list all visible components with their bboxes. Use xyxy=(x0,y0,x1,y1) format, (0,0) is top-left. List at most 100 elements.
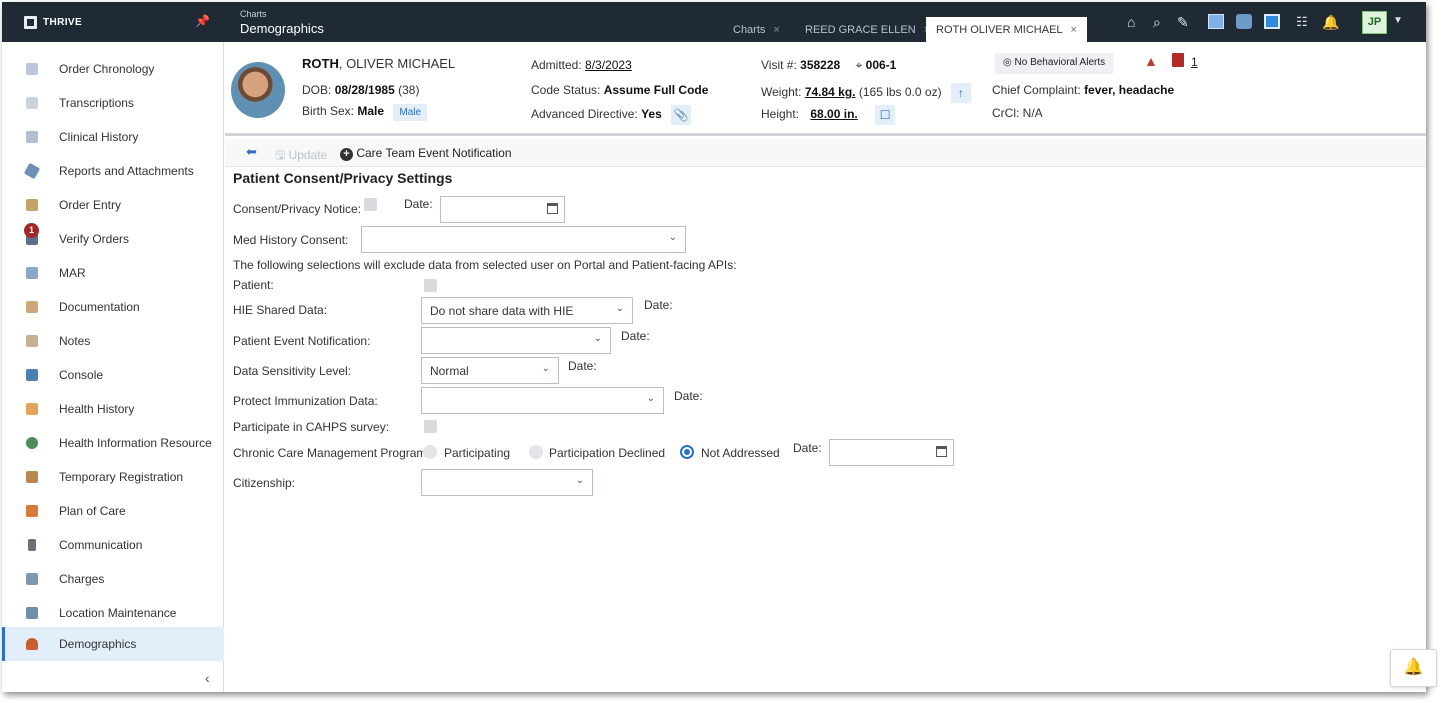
hie-select[interactable]: Do not share data with HIE ⌄ xyxy=(421,297,633,324)
calendar-icon[interactable] xyxy=(936,446,947,457)
sidebar-item-reports-and-attachments[interactable]: Reports and Attachments xyxy=(2,154,224,188)
bell-icon: 🔔 xyxy=(1403,659,1424,676)
note-edit-icon[interactable]: ✎ xyxy=(1177,14,1189,31)
hie-value: Do not share data with HIE xyxy=(430,304,574,318)
sidebar-item-label: Order Chronology xyxy=(59,62,155,76)
shield-icon: ◎ xyxy=(1003,57,1012,68)
bell-icon[interactable]: 🔔 xyxy=(1322,14,1339,31)
room-value: 006-1 xyxy=(865,58,897,72)
alert-count[interactable]: 1 xyxy=(1191,55,1198,69)
breadcrumb-parent[interactable]: Charts xyxy=(240,10,324,19)
citizenship-select[interactable]: ⌄ xyxy=(421,469,593,496)
behavioral-alerts-label: No Behavioral Alerts xyxy=(1014,57,1106,68)
calendar-grid-icon[interactable] xyxy=(1208,14,1224,29)
warning-icon[interactable]: ▲ xyxy=(1144,53,1158,69)
tab-roth-oliver-michael[interactable]: ROTH OLIVER MICHAEL × xyxy=(926,17,1087,42)
sidebar-item-demographics[interactable]: Demographics xyxy=(2,627,224,661)
close-icon[interactable]: × xyxy=(773,24,779,36)
update-button[interactable]: 🖫 Update xyxy=(275,146,327,167)
sidebar-item-documentation[interactable]: Documentation xyxy=(2,290,224,324)
dob-value: 08/28/1985 xyxy=(334,83,395,97)
phone-icon xyxy=(28,539,36,551)
sidebar-item-health-information-resource[interactable]: Health Information Resource xyxy=(2,426,224,460)
complaint-value: fever, headache xyxy=(1084,83,1175,97)
sidebar-item-plan-of-care[interactable]: Plan of Care xyxy=(2,494,224,528)
admitted-value[interactable]: 8/3/2023 xyxy=(585,58,632,72)
tab-reed-grace-ellen[interactable]: REED GRACE ELLEN× xyxy=(805,18,930,42)
citizenship-label: Citizenship: xyxy=(233,476,296,490)
weight-value[interactable]: 74.84 kg. xyxy=(805,85,856,99)
window-icon[interactable] xyxy=(1264,14,1280,29)
apps-grid-icon[interactable]: ☷ xyxy=(1296,14,1308,30)
document-icon xyxy=(26,63,38,75)
sensitivity-select[interactable]: Normal ⌄ xyxy=(421,357,559,384)
arrow-up-icon[interactable]: ↑ xyxy=(950,83,971,103)
sidebar-item-console[interactable]: Console xyxy=(2,358,224,392)
ccm-option-label: Not Addressed xyxy=(701,446,780,460)
search-icon[interactable]: ⌕ xyxy=(1153,14,1161,31)
behavioral-alerts-badge[interactable]: ◎ No Behavioral Alerts xyxy=(995,53,1114,74)
brand-name: THRIVE xyxy=(43,16,83,28)
consent-date-input[interactable] xyxy=(440,196,565,223)
sidebar-item-label: Documentation xyxy=(59,300,140,314)
sidebar-item-communication[interactable]: Communication xyxy=(2,528,224,562)
pen-select[interactable]: ⌄ xyxy=(421,327,611,354)
ccm-radio-not-addressed[interactable] xyxy=(680,445,694,459)
sidebar-item-order-chronology[interactable]: Order Chronology xyxy=(2,52,224,86)
height-value[interactable]: 68.00 in. xyxy=(810,107,857,121)
chevron-down-icon: ⌄ xyxy=(615,303,624,314)
chevron-left-icon[interactable]: ‹ xyxy=(205,670,210,686)
sidebar-item-charges[interactable]: Charges xyxy=(2,562,224,596)
database-icon[interactable] xyxy=(1236,14,1252,29)
sidebar-item-transcriptions[interactable]: Transcriptions xyxy=(2,86,224,120)
patient-banner: ROTH, OLIVER MICHAEL DOB: 08/28/1985 (38… xyxy=(225,42,1426,136)
brand: THRIVE 📌 xyxy=(2,2,224,42)
top-bar: THRIVE 📌 Charts Demographics Charts × REE… xyxy=(2,2,1426,42)
code-status-label: Code Status: xyxy=(531,83,601,97)
sidebar-item-temporary-registration[interactable]: Temporary Registration xyxy=(2,460,224,494)
pin-icon[interactable]: 📌 xyxy=(195,14,210,28)
sidebar-item-order-entry[interactable]: Order Entry xyxy=(2,188,224,222)
ccm-radio-participation-declined[interactable] xyxy=(529,445,543,459)
sidebar-item-notes[interactable]: Notes xyxy=(2,324,224,358)
sidebar-item-health-history[interactable]: Health History xyxy=(2,392,224,426)
chevron-down-icon[interactable]: ▼ xyxy=(1393,15,1403,26)
allergy-book-icon[interactable] xyxy=(1172,53,1184,67)
care-team-event-notification-button[interactable]: + Care Team Event Notification xyxy=(340,146,512,161)
measure-icon[interactable]: ☐ xyxy=(875,105,896,125)
patient-checkbox[interactable] xyxy=(424,279,437,292)
cahps-checkbox[interactable] xyxy=(424,420,437,433)
calendar-icon[interactable] xyxy=(547,203,558,214)
med-history-select[interactable]: ⌄ xyxy=(361,226,686,253)
notification-bell-button[interactable]: 🔔 xyxy=(1390,649,1437,687)
ccm-date-input[interactable] xyxy=(829,439,954,466)
tab-label: REED GRACE ELLEN xyxy=(805,24,916,36)
close-icon[interactable]: × xyxy=(1071,24,1077,36)
sidebar-item-location-maintenance[interactable]: Location Maintenance xyxy=(2,596,224,630)
sensitivity-date-label: Date: xyxy=(568,359,597,373)
ccm-option-label: Participation Declined xyxy=(549,446,666,460)
attachment-icon[interactable]: 📎 xyxy=(671,105,692,125)
plus-circle-icon: + xyxy=(340,148,353,161)
tab-label: ROTH OLIVER MICHAEL xyxy=(936,24,1063,36)
patient-dob: DOB: 08/28/1985 (38) xyxy=(302,83,419,97)
ccm-radio-participating[interactable] xyxy=(423,445,437,459)
advanced-directive: Advanced Directive: Yes 📎 xyxy=(531,105,692,125)
sidebar-item-clinical-history[interactable]: Clinical History xyxy=(2,120,224,154)
code-status: Code Status: Assume Full Code xyxy=(531,83,708,97)
back-arrow-icon[interactable]: ⬅ xyxy=(246,144,257,160)
user-avatar[interactable]: JP xyxy=(1362,11,1387,34)
med-history-label: Med History Consent: xyxy=(233,233,349,247)
sidebar-item-verify-orders[interactable]: 1 Verify Orders xyxy=(2,222,224,256)
care-team-label: Care Team Event Notification xyxy=(356,146,512,160)
tab-charts[interactable]: Charts × xyxy=(733,18,780,42)
home-icon[interactable]: ⌂ xyxy=(1127,14,1135,30)
crcl: CrCl: N/A xyxy=(992,106,1043,120)
immunization-select[interactable]: ⌄ xyxy=(421,387,664,414)
immunization-label: Protect Immunization Data: xyxy=(233,394,378,408)
sidebar-item-mar[interactable]: MAR xyxy=(2,256,224,290)
chevron-down-icon: ⌄ xyxy=(646,393,655,404)
consent-date-label: Date: xyxy=(404,197,433,211)
consent-notice-checkbox[interactable] xyxy=(364,198,377,211)
breadcrumb: Charts Demographics xyxy=(240,10,324,36)
